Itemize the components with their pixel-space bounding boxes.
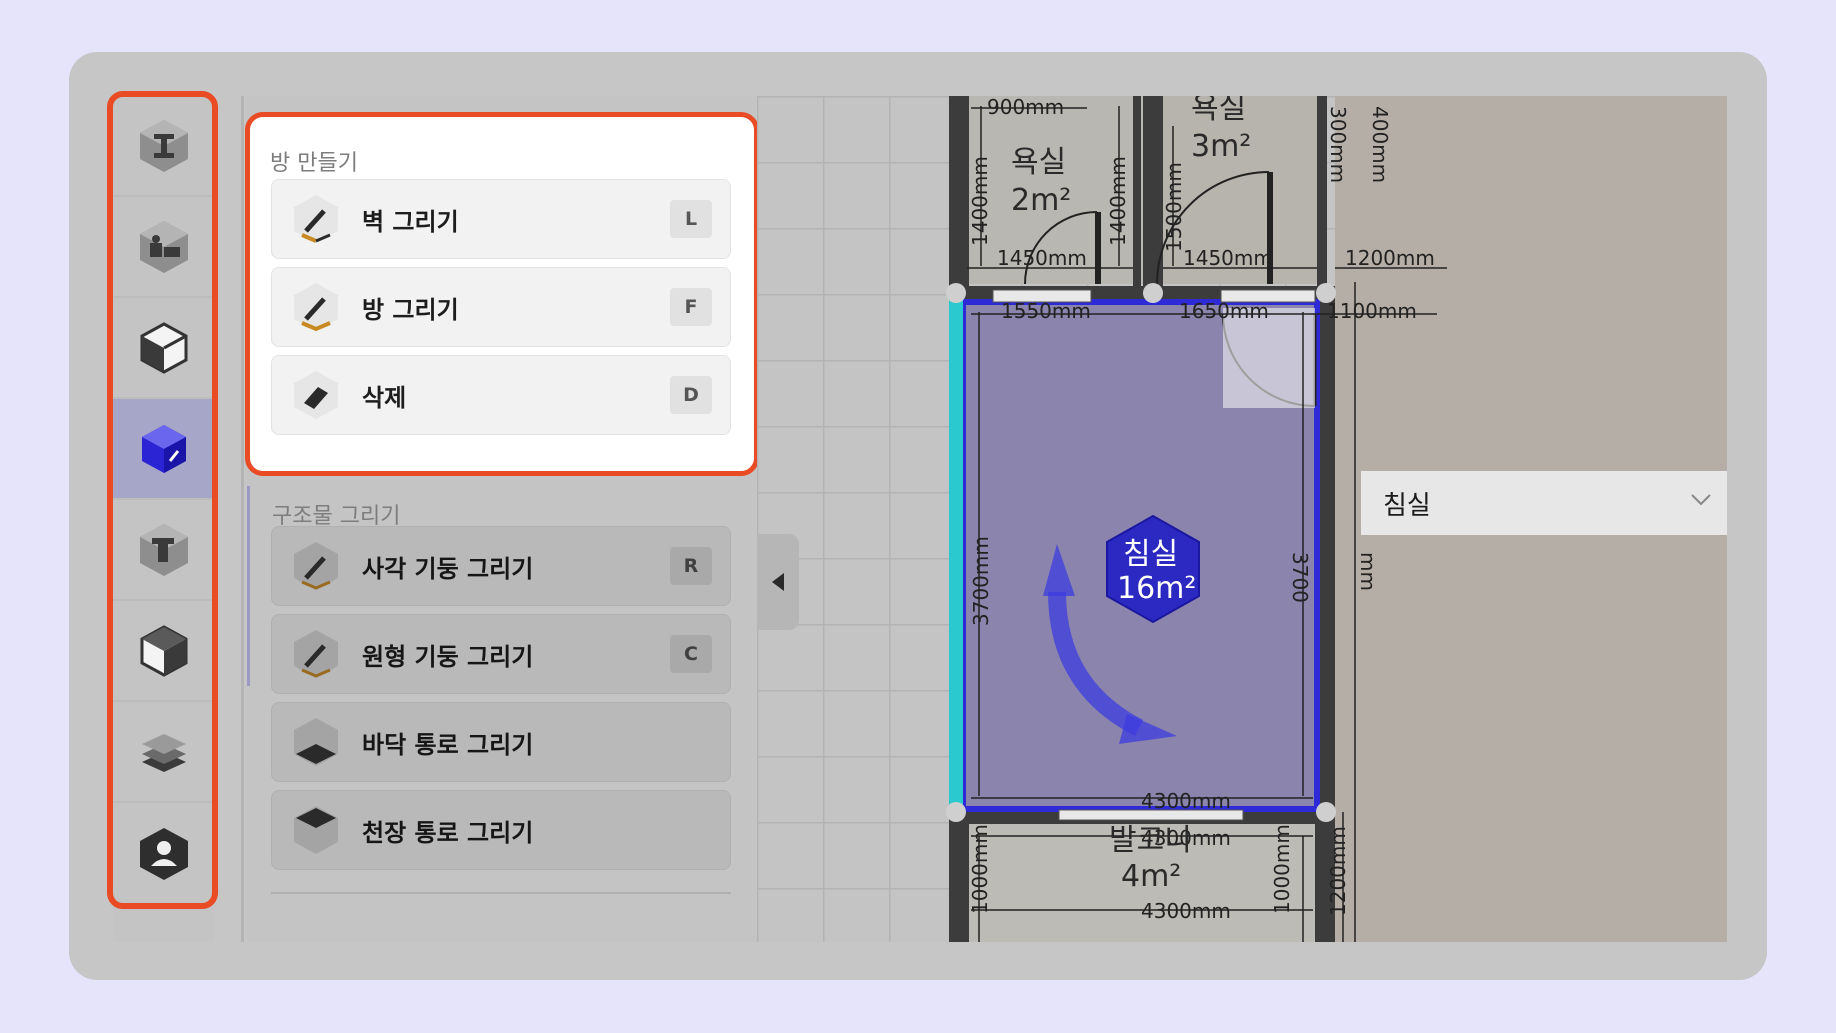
dim-bedroom-left: 3700mm <box>969 536 993 626</box>
eraser-icon <box>294 371 338 419</box>
dim-balcony-right: 1000mm <box>1270 824 1294 914</box>
dim-bath1-left: 1400mm <box>968 156 992 246</box>
furniture-icon <box>139 220 188 273</box>
balcony-area: 4m² <box>1121 859 1181 894</box>
bedroom-name: 침실 <box>1123 537 1178 572</box>
round-column-shortcut: C <box>670 635 712 673</box>
rail-item-furniture[interactable] <box>113 197 214 298</box>
bath1-area: 2m² <box>1011 183 1071 218</box>
delete-shortcut: D <box>670 376 712 414</box>
user-icon <box>139 827 188 880</box>
wall-draw-tool[interactable]: 벽 그리기 L <box>271 179 731 259</box>
floor-opening-icon <box>294 718 338 766</box>
square-column-shortcut: R <box>670 547 712 585</box>
app-frame: 구조물 그리기 사각 기둥 그리기 R 원형 기둥 그리기 C 바닥 통로 그리… <box>69 52 1767 980</box>
wall-node[interactable] <box>1143 283 1163 303</box>
ceiling-opening-tool[interactable]: 천장 통로 그리기 <box>271 790 731 870</box>
dim-bath2-left: 1500mm <box>1162 162 1186 252</box>
dim-bedroom-bottom: 4300mm <box>1141 789 1231 813</box>
wall-edge-highlight <box>949 296 963 812</box>
wall-draw-shortcut: L <box>670 200 712 238</box>
room-draw-icon <box>141 424 186 473</box>
room-draw-tool[interactable]: 방 그리기 F <box>271 267 731 347</box>
dim-bath2-right: 300mm <box>1326 106 1350 183</box>
dim-top-right: 1200mm <box>1345 246 1435 270</box>
room-section-title: 방 만들기 <box>270 151 358 176</box>
floor-opening-label: 바닥 통로 그리기 <box>362 730 534 759</box>
room-create-section: 방 만들기 벽 그리기 L 방 그리기 F 삭제 D <box>245 112 759 476</box>
rail-item-user[interactable] <box>113 803 214 904</box>
panel-divider <box>271 892 731 894</box>
rail-item-stairs[interactable] <box>113 298 214 399</box>
dim-far-right: mm <box>1356 552 1380 591</box>
balcony-name: 발코니 <box>1109 823 1192 858</box>
floor-opening-tool[interactable]: 바닥 통로 그리기 <box>271 702 731 782</box>
ceiling-opening-label: 천장 통로 그리기 <box>362 818 534 847</box>
layers-icon <box>141 733 186 772</box>
bath1-name: 욕실 <box>1011 145 1066 180</box>
round-column-icon <box>294 630 338 678</box>
ceiling-opening-icon <box>294 806 338 854</box>
beam-icon <box>139 119 188 172</box>
wall-bath-right <box>1317 96 1327 296</box>
dim-bath2-bottom: 1450mm <box>1183 246 1273 270</box>
rail-divider <box>241 96 244 942</box>
bath2-area: 3m² <box>1191 129 1251 164</box>
bath2-name: 욕실 <box>1191 96 1246 126</box>
dim-balcony-left: 1000mm <box>968 824 992 914</box>
room-type-value: 침실 <box>1383 490 1431 521</box>
rail-item-layers[interactable] <box>113 702 214 803</box>
square-column-tool[interactable]: 사각 기둥 그리기 R <box>271 526 731 606</box>
room-draw-shortcut: F <box>670 288 712 326</box>
chevron-left-icon <box>772 573 784 591</box>
dim-bath1-bottom: 1450mm <box>997 246 1087 270</box>
dim-balcony-bottom: 4300mm <box>1141 899 1231 923</box>
dim-bedroom-top-mid: 1650mm <box>1179 299 1269 323</box>
wall-draw-label: 벽 그리기 <box>362 207 459 236</box>
door-leaf-bath1 <box>1095 212 1101 284</box>
panel-collapse-button[interactable] <box>757 534 799 630</box>
room-type-select[interactable]: 침실 <box>1361 471 1727 535</box>
wall-bath-divider <box>1143 96 1163 296</box>
rail-item-step[interactable] <box>113 601 214 702</box>
dim-bath1-right: 1400mm <box>1106 156 1130 246</box>
door-area-bedroom <box>1223 308 1315 408</box>
wall-node[interactable] <box>946 802 966 822</box>
square-column-label: 사각 기둥 그리기 <box>362 554 534 583</box>
dim-bedroom-top-right: 1100mm <box>1327 299 1417 323</box>
wall-pencil-icon <box>294 195 338 243</box>
rail-item-room-draw[interactable] <box>113 399 214 500</box>
wall-node[interactable] <box>946 283 966 303</box>
dim-bedroom-right: 3700 <box>1288 552 1312 603</box>
rail-item-beam[interactable] <box>113 96 214 197</box>
round-column-label: 원형 기둥 그리기 <box>362 642 534 671</box>
step-box-icon <box>140 624 187 677</box>
delete-label: 삭제 <box>362 383 407 412</box>
round-column-tool[interactable]: 원형 기둥 그리기 C <box>271 614 731 694</box>
dim-bath1-width: 900mm <box>987 96 1064 119</box>
section-indicator-bar <box>247 486 250 686</box>
wall-bath-divider-inner <box>1133 96 1141 296</box>
rail-item-column[interactable] <box>113 500 214 601</box>
room-draw-label: 방 그리기 <box>362 295 459 324</box>
dim-balcony-far-right: 1200mm <box>1326 826 1350 916</box>
room-pencil-icon <box>294 283 338 332</box>
chevron-down-icon <box>1691 494 1711 506</box>
delete-tool[interactable]: 삭제 D <box>271 355 731 435</box>
tool-category-rail <box>113 96 214 942</box>
dim-right-top: 400mm <box>1368 106 1392 183</box>
square-column-icon <box>294 542 338 590</box>
stairs-box-icon <box>140 321 187 374</box>
bedroom-area: 16m² <box>1117 571 1196 606</box>
dim-bedroom-top-left: 1550mm <box>1001 299 1091 323</box>
column-icon <box>139 523 188 576</box>
wall-node[interactable] <box>1316 802 1336 822</box>
